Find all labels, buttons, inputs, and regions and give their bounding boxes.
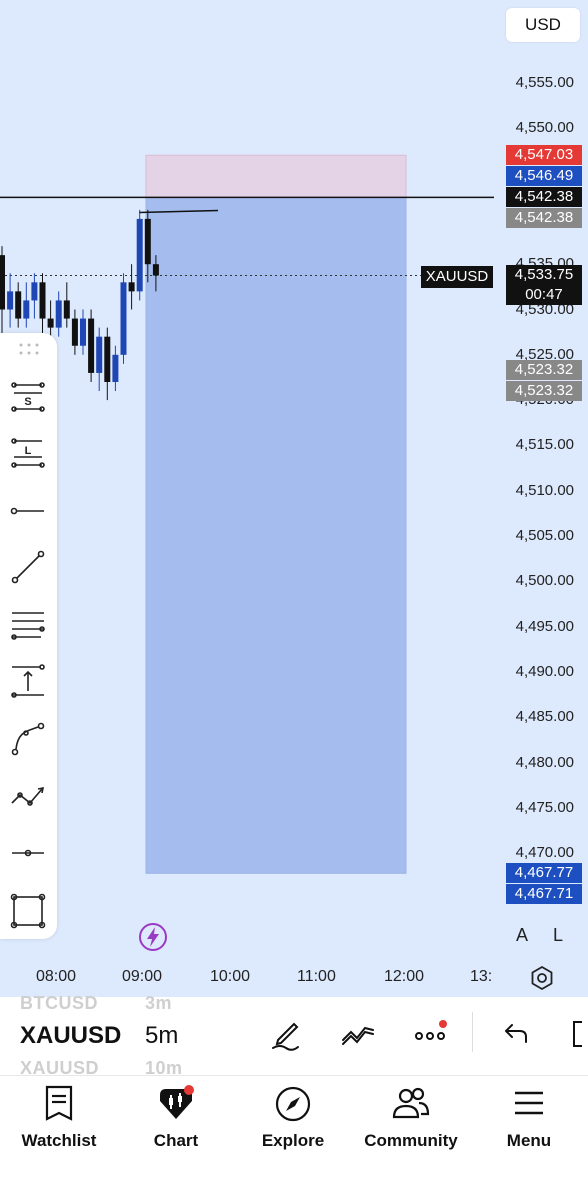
price-axis-label: 4,505.00 [515,527,574,544]
last-price-tag: 4,533.75 00:47 [506,265,582,305]
price-axis-label: 4,485.00 [515,708,574,726]
nav-label: Watchlist [21,1131,97,1150]
symbol-selector[interactable]: XAUUSD [20,1022,121,1050]
candle-body [31,282,38,301]
nav-label: Community [364,1131,458,1150]
nav-label: Chart [153,1131,199,1150]
position-target-zone [145,154,407,198]
candle-body [23,300,30,319]
horizontal-ray-icon[interactable] [8,491,48,531]
candle-body [80,318,86,346]
candle-body [128,282,135,292]
candle-body [7,291,14,310]
candle-body [136,218,143,292]
time-label: 08:00 [36,968,77,985]
candle-body [47,318,54,328]
community-icon [392,1087,430,1119]
menu-icon [515,1091,543,1115]
cross-line-icon[interactable] [8,833,48,873]
nav-label: Menu [506,1131,552,1150]
nav-watchlist[interactable]: Watchlist [4,1085,114,1151]
candle-body [152,264,159,276]
price-axis-label: 4,500.00 [515,572,574,590]
svg-text:S: S [24,396,31,408]
candle-body [39,282,46,319]
drag-handle-icon[interactable] [18,341,40,357]
drawing-toolbar: S L [0,333,57,939]
nav-chart[interactable]: Chart [121,1085,231,1151]
trend-line-icon[interactable] [8,547,48,587]
nav-community[interactable]: Community [356,1085,466,1151]
long-position-icon[interactable]: L [8,433,48,473]
price-axis-label: 4,480.00 [515,753,574,771]
nav-explore[interactable]: Explore [238,1085,348,1151]
undo-icon[interactable] [498,1016,534,1052]
candle-body [55,300,62,328]
auto-scale-button[interactable]: A [516,925,528,946]
position-stop-zone [145,196,407,874]
nav-menu[interactable]: Menu [474,1085,584,1151]
last-price: 4,533.75 [514,266,574,283]
price-tag: 4,467.77 [506,863,582,884]
previous-interval: 3m [145,993,173,1013]
price-tag: 4,523.32 [506,360,582,381]
more-options-icon[interactable] [412,1016,448,1052]
price-axis-label: 4,510.00 [515,481,574,499]
chart-area[interactable]: USD 4,555.004,550.004,540.004,535.004,53… [0,0,588,997]
interval-selector[interactable]: 5m [145,1022,178,1050]
candle-body [144,218,151,265]
currency-selector[interactable]: USD [506,8,580,42]
candle-body [15,291,22,319]
candle-body [71,318,78,346]
price-tag: 4,523.32 [506,381,582,402]
bar-countdown: 00:47 [525,286,563,303]
rectangle-icon[interactable] [8,891,48,931]
log-scale-button[interactable]: L [553,925,563,946]
curve-icon[interactable] [8,719,48,759]
chart-settings-icon[interactable] [528,964,556,992]
price-axis-label: 4,515.00 [515,436,574,454]
chart-canvas[interactable] [0,0,588,997]
time-label: 11:00 [297,968,336,985]
candle-body [63,300,70,319]
divider [472,1012,473,1052]
time-label: 10:00 [210,968,251,985]
flash-icon[interactable] [138,922,168,952]
svg-text:L: L [25,445,32,457]
price-tag: 4,546.49 [506,166,582,187]
candle-body [88,318,95,373]
chart-icon [160,1085,194,1119]
price-tag: 4,467.71 [506,884,582,905]
price-axis-label: 4,495.00 [515,617,574,635]
price-axis-label: 4,470.00 [515,844,574,862]
candle-body [0,255,5,310]
candle-body [120,282,127,355]
price-axis-label: 4,490.00 [515,662,574,680]
compass-icon [275,1086,311,1122]
short-position-icon[interactable]: S [8,377,48,417]
price-axis-label: 4,555.00 [515,74,574,91]
previous-symbol: BTCUSD [20,993,98,1013]
candle-body [96,336,103,373]
fib-retracement-icon[interactable] [8,605,48,645]
time-label: 09:00 [122,968,163,985]
indicators-icon[interactable] [340,1016,376,1052]
symbol-price-tag: XAUUSD [421,266,493,288]
price-range-icon[interactable] [8,661,48,701]
candle-body [104,336,111,382]
time-label: 12:00 [384,968,425,985]
price-tag: 4,542.38 [506,187,582,208]
candle-body [112,354,119,382]
time-label: 13: [470,968,493,985]
nav-label: Explore [261,1131,325,1150]
price-tag: 4,547.03 [506,145,582,166]
price-tag: 4,542.38 [506,208,582,229]
path-icon[interactable] [8,775,48,815]
pen-icon[interactable] [268,1016,304,1052]
price-axis-label: 4,475.00 [515,798,574,816]
watchlist-icon [45,1085,73,1121]
price-axis-label: 4,550.00 [515,119,574,137]
fullscreen-icon[interactable] [566,1016,588,1052]
